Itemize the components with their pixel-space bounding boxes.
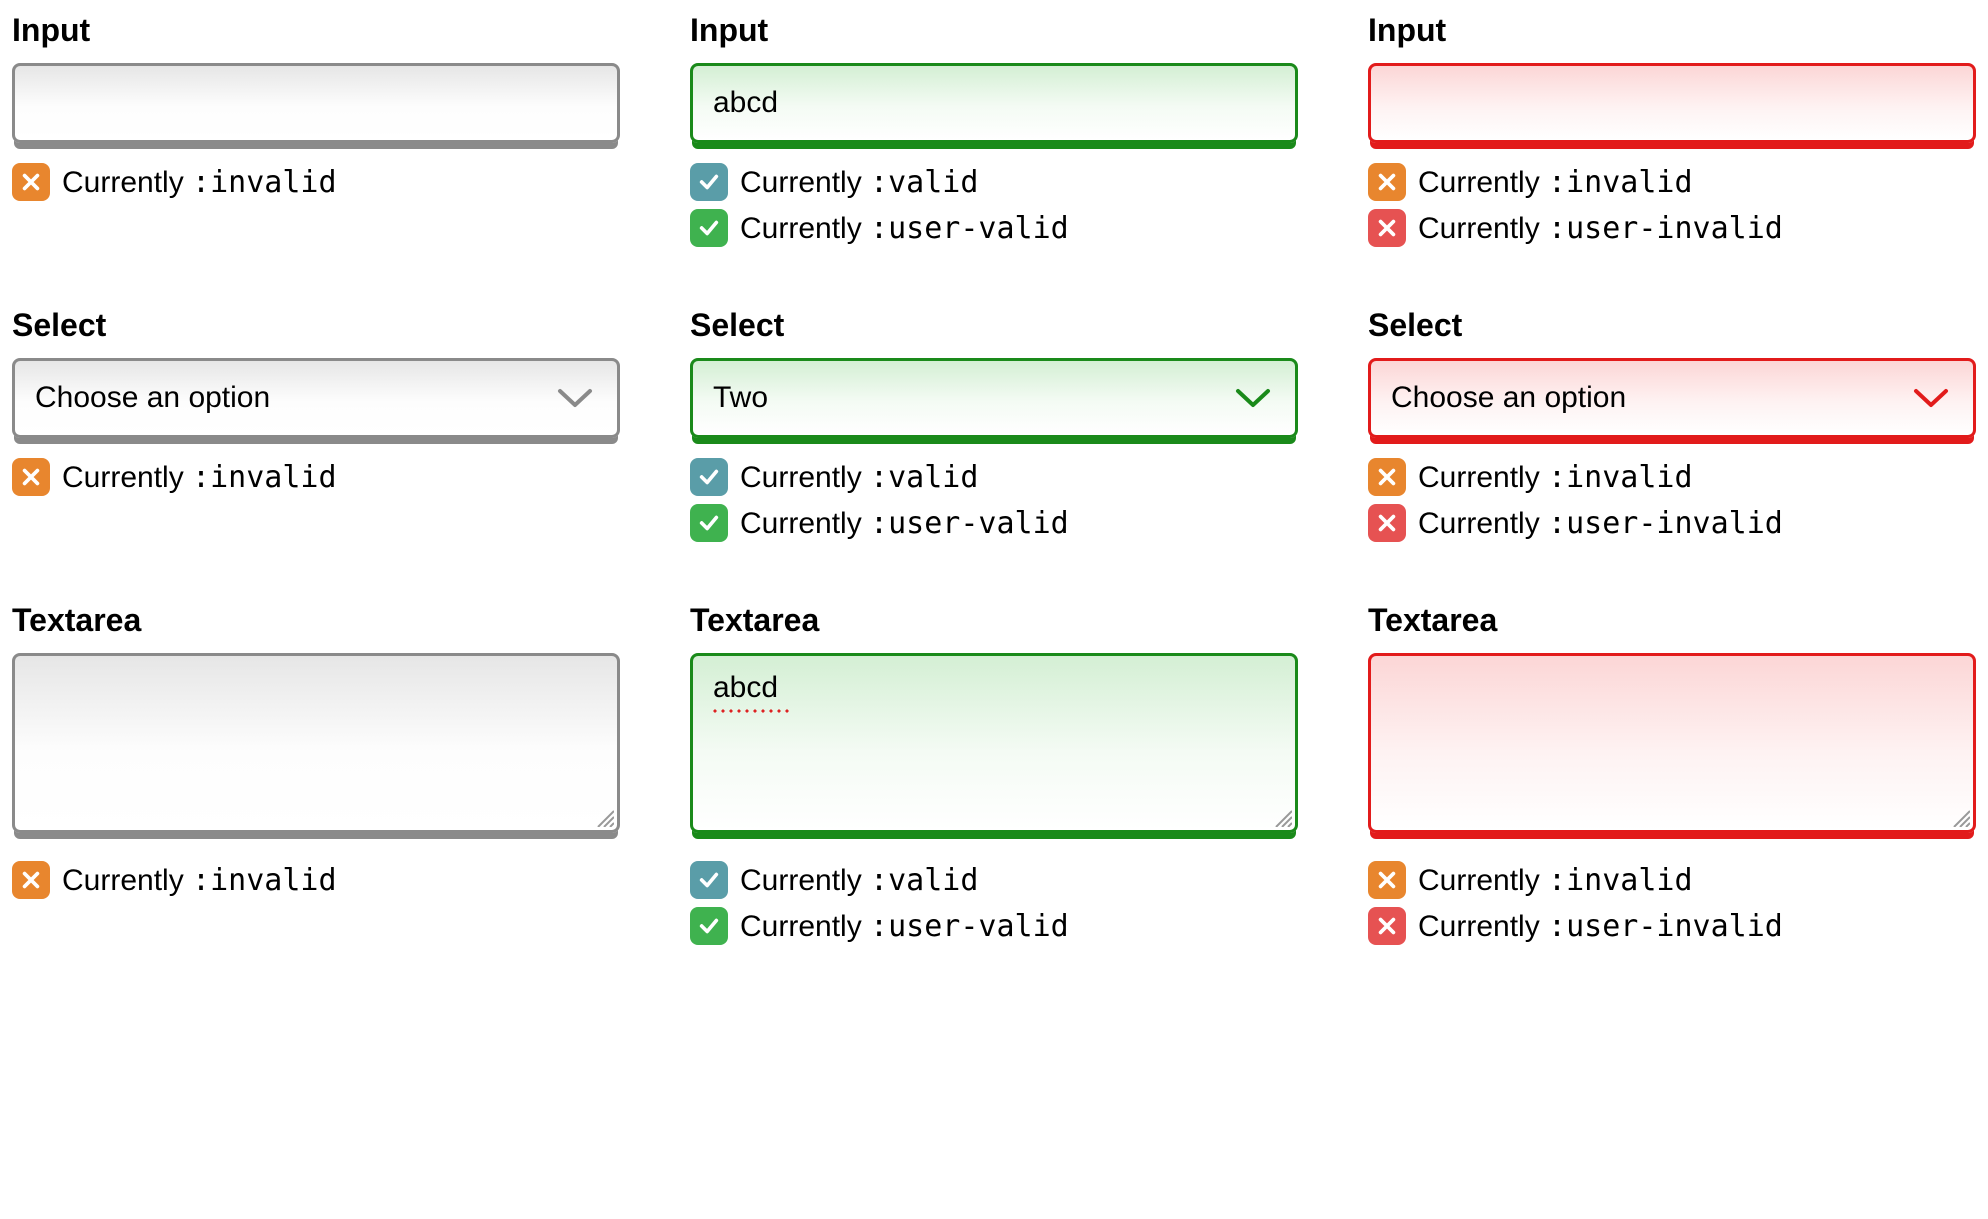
- status-user-valid: Currently :user-valid: [690, 209, 1298, 247]
- cross-icon: [1368, 907, 1406, 945]
- text-input-invalid[interactable]: [1368, 63, 1976, 143]
- select-cell-neutral: Select Choose an option Currently :inval…: [12, 307, 620, 542]
- status-user-invalid: Currently :user-invalid: [1368, 504, 1976, 542]
- status-list: Currently :invalid: [12, 163, 620, 201]
- select-valid[interactable]: Two: [690, 358, 1298, 438]
- status-list: Currently :invalid: [12, 861, 620, 899]
- cross-icon: [1368, 504, 1406, 542]
- status-valid: Currently :valid: [690, 458, 1298, 496]
- status-text: Currently :user-invalid: [1418, 909, 1783, 944]
- cross-icon: [1368, 209, 1406, 247]
- status-text: Currently :valid: [740, 863, 978, 898]
- status-valid: Currently :valid: [690, 861, 1298, 899]
- check-icon: [690, 458, 728, 496]
- cross-icon: [1368, 861, 1406, 899]
- status-list: Currently :valid Currently :user-valid: [690, 163, 1298, 247]
- input-label: Input: [1368, 12, 1976, 49]
- cross-icon: [12, 458, 50, 496]
- textarea-cell-neutral: Textarea Currently :invalid: [12, 602, 620, 945]
- textarea-field-wrap: [1368, 653, 1976, 841]
- status-text: Currently :invalid: [62, 460, 337, 495]
- textarea-cell-valid: Textarea Currently :valid Currently :use…: [690, 602, 1298, 945]
- status-text: Currently :valid: [740, 165, 978, 200]
- status-user-invalid: Currently :user-invalid: [1368, 209, 1976, 247]
- form-validation-demo-grid: Input Currently :invalid Input Currently…: [12, 12, 1976, 945]
- select-cell-valid: Select Two Currently :valid Currently :: [690, 307, 1298, 542]
- textarea-label: Textarea: [12, 602, 620, 639]
- textarea-label: Textarea: [1368, 602, 1976, 639]
- status-text: Currently :valid: [740, 460, 978, 495]
- textarea-valid[interactable]: [690, 653, 1298, 833]
- select-field-wrap: Two: [690, 358, 1298, 438]
- input-field-wrap: [690, 63, 1298, 143]
- status-valid: Currently :valid: [690, 163, 1298, 201]
- select-label: Select: [1368, 307, 1976, 344]
- status-text: Currently :invalid: [62, 863, 337, 898]
- status-list: Currently :invalid: [12, 458, 620, 496]
- status-list: Currently :valid Currently :user-valid: [690, 861, 1298, 945]
- select-cell-invalid: Select Choose an option Currently :inval…: [1368, 307, 1976, 542]
- input-label: Input: [12, 12, 620, 49]
- input-cell-neutral: Input Currently :invalid: [12, 12, 620, 247]
- status-text: Currently :user-invalid: [1418, 506, 1783, 541]
- status-user-valid: Currently :user-valid: [690, 504, 1298, 542]
- textarea-label: Textarea: [690, 602, 1298, 639]
- status-list: Currently :invalid Currently :user-inval…: [1368, 458, 1976, 542]
- chevron-down-icon: [1913, 387, 1949, 409]
- status-text: Currently :invalid: [1418, 863, 1693, 898]
- status-text: Currently :user-valid: [740, 909, 1069, 944]
- check-icon: [690, 209, 728, 247]
- select-value: Two: [713, 380, 768, 416]
- status-invalid: Currently :invalid: [12, 458, 620, 496]
- textarea-cell-invalid: Textarea Currently :invalid Currently :u…: [1368, 602, 1976, 945]
- select-neutral[interactable]: Choose an option: [12, 358, 620, 438]
- status-invalid: Currently :invalid: [1368, 163, 1976, 201]
- status-text: Currently :user-invalid: [1418, 211, 1783, 246]
- status-invalid: Currently :invalid: [12, 861, 620, 899]
- status-invalid: Currently :invalid: [1368, 458, 1976, 496]
- status-list: Currently :invalid Currently :user-inval…: [1368, 163, 1976, 247]
- input-field-wrap: [1368, 63, 1976, 143]
- select-value: Choose an option: [1391, 380, 1626, 416]
- cross-icon: [12, 861, 50, 899]
- input-cell-valid: Input Currently :valid Currently :user-v…: [690, 12, 1298, 247]
- status-text: Currently :invalid: [62, 165, 337, 200]
- status-user-valid: Currently :user-valid: [690, 907, 1298, 945]
- cross-icon: [1368, 458, 1406, 496]
- textarea-invalid[interactable]: [1368, 653, 1976, 833]
- select-field-wrap: Choose an option: [12, 358, 620, 438]
- select-invalid[interactable]: Choose an option: [1368, 358, 1976, 438]
- input-label: Input: [690, 12, 1298, 49]
- check-icon: [690, 861, 728, 899]
- check-icon: [690, 504, 728, 542]
- input-field-wrap: [12, 63, 620, 143]
- textarea-field-wrap: [12, 653, 620, 841]
- select-value: Choose an option: [35, 380, 270, 416]
- select-label: Select: [12, 307, 620, 344]
- cross-icon: [12, 163, 50, 201]
- status-user-invalid: Currently :user-invalid: [1368, 907, 1976, 945]
- chevron-down-icon: [557, 387, 593, 409]
- cross-icon: [1368, 163, 1406, 201]
- textarea-neutral[interactable]: [12, 653, 620, 833]
- textarea-field-wrap: [690, 653, 1298, 841]
- status-text: Currently :user-valid: [740, 506, 1069, 541]
- status-list: Currently :valid Currently :user-valid: [690, 458, 1298, 542]
- check-icon: [690, 163, 728, 201]
- text-input-valid[interactable]: [690, 63, 1298, 143]
- status-text: Currently :invalid: [1418, 460, 1693, 495]
- select-field-wrap: Choose an option: [1368, 358, 1976, 438]
- check-icon: [690, 907, 728, 945]
- status-invalid: Currently :invalid: [12, 163, 620, 201]
- text-input-neutral[interactable]: [12, 63, 620, 143]
- select-label: Select: [690, 307, 1298, 344]
- status-text: Currently :invalid: [1418, 165, 1693, 200]
- chevron-down-icon: [1235, 387, 1271, 409]
- input-cell-invalid: Input Currently :invalid Currently :user…: [1368, 12, 1976, 247]
- status-invalid: Currently :invalid: [1368, 861, 1976, 899]
- status-list: Currently :invalid Currently :user-inval…: [1368, 861, 1976, 945]
- status-text: Currently :user-valid: [740, 211, 1069, 246]
